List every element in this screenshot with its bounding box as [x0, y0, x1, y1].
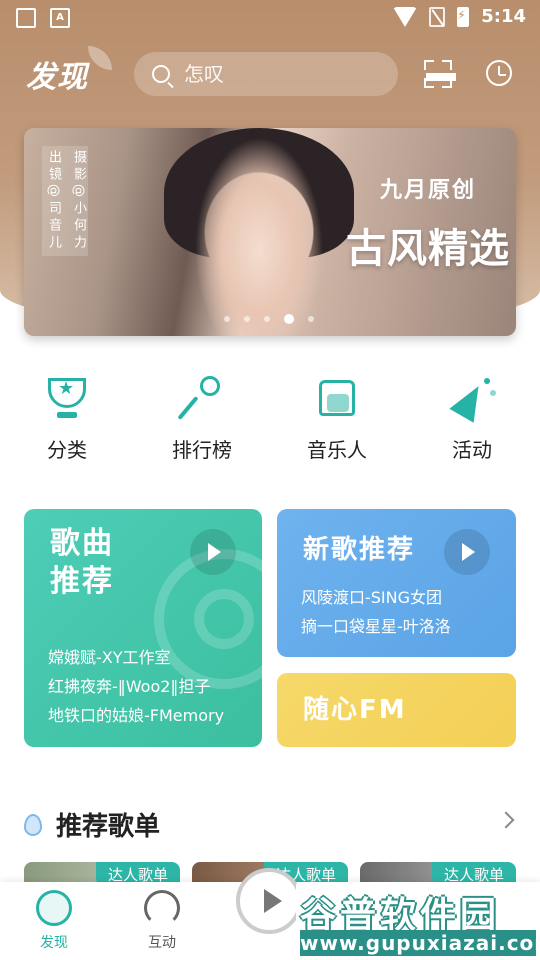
trophy-icon: ★ [43, 374, 91, 422]
tab-interact[interactable]: 互动 [132, 890, 192, 952]
quick-nav-category[interactable]: ★ 分类 [19, 374, 115, 463]
quick-nav-label: 活动 [452, 438, 492, 462]
quick-nav-label: 音乐人 [307, 438, 367, 462]
song-item[interactable]: 红拂夜奔-‖Woo2‖担子 [48, 672, 224, 701]
carousel-dot[interactable] [264, 316, 270, 322]
random-fm-card[interactable]: 随心FM [277, 673, 516, 747]
discover-icon [36, 890, 72, 926]
history-clock-icon[interactable] [486, 60, 512, 86]
song-list: 嫦娥赋-XY工作室 红拂夜奔-‖Woo2‖担子 地铁口的姑娘-FMemory [48, 643, 224, 730]
quick-nav-label: 分类 [47, 438, 87, 462]
disc-decoration [194, 589, 254, 649]
carousel-dots [224, 314, 314, 324]
watermark: 谷普软件园 www.gupuxiazai.com [296, 884, 540, 960]
headphones-icon [144, 890, 180, 926]
song-item[interactable]: 嫦娥赋-XY工作室 [48, 643, 224, 672]
chevron-right-icon[interactable] [497, 811, 515, 829]
play-icon[interactable] [444, 529, 490, 575]
banner-title: 古风精选 [346, 226, 510, 272]
tab-label: 互动 [148, 935, 176, 951]
song-item[interactable]: 地铁口的姑娘-FMemory [48, 701, 224, 730]
player-play-button[interactable] [236, 868, 302, 934]
banner-credits: 出镜@司音儿 摄影@小何力 [42, 146, 88, 256]
banner-portrait [184, 128, 334, 336]
credit-makeup: 出镜@司音儿 [46, 150, 61, 252]
shirt-icon [313, 374, 361, 422]
song-card-title-1: 歌曲 [50, 526, 114, 561]
microphone-icon [177, 374, 226, 422]
wifi-icon [393, 6, 418, 27]
credit-photo: 摄影@小何力 [71, 150, 86, 252]
quick-nav-charts[interactable]: 排行榜 [154, 374, 250, 463]
battery-charging-icon [457, 6, 470, 27]
status-time: 5:14 [481, 6, 526, 27]
song-item[interactable]: 风陵渡口-SING女团 [301, 583, 451, 612]
brand-title: 发现 [26, 60, 88, 95]
carousel-dot[interactable] [308, 316, 314, 322]
search-icon [152, 65, 170, 83]
quick-nav-events[interactable]: 活动 [424, 374, 520, 463]
new-songs-title: 新歌推荐 [303, 535, 416, 565]
section-title: 推荐歌单 [56, 812, 161, 842]
no-sim-icon [429, 6, 446, 27]
tab-discover[interactable]: 发现 [24, 890, 84, 952]
song-card-title-2: 推荐 [50, 564, 114, 599]
drop-icon [24, 813, 42, 836]
section-header: 推荐歌单 [24, 806, 160, 843]
image-icon [16, 8, 36, 28]
font-icon: A [50, 8, 70, 28]
quick-nav-label: 排行榜 [172, 438, 232, 462]
carousel-dot[interactable] [224, 316, 230, 322]
status-bar: A 5:14 [0, 0, 540, 36]
search-bar[interactable] [134, 52, 398, 96]
search-input[interactable] [182, 61, 386, 87]
watermark-url: www.gupuxiazai.com [300, 930, 540, 956]
carousel-dot[interactable] [244, 316, 250, 322]
carousel-dot[interactable] [284, 314, 294, 324]
new-songs-card[interactable]: 新歌推荐 风陵渡口-SING女团 摘一口袋星星-叶洛洛 [277, 509, 516, 657]
play-icon[interactable] [190, 529, 236, 575]
banner-carousel[interactable]: 出镜@司音儿 摄影@小何力 九月原创 古风精选 [24, 128, 516, 336]
new-song-list: 风陵渡口-SING女团 摘一口袋星星-叶洛洛 [301, 583, 451, 641]
song-item[interactable]: 摘一口袋星星-叶洛洛 [301, 612, 451, 641]
scan-icon[interactable] [424, 60, 456, 88]
song-recommend-card[interactable]: 歌曲 推荐 嫦娥赋-XY工作室 红拂夜奔-‖Woo2‖担子 地铁口的姑娘-FMe… [24, 509, 262, 747]
quick-nav-musicians[interactable]: 音乐人 [289, 374, 385, 463]
tab-label: 发现 [40, 935, 68, 951]
fm-title: 随心FM [303, 695, 407, 725]
party-popper-icon [448, 374, 496, 423]
banner-subtitle: 九月原创 [379, 178, 476, 203]
